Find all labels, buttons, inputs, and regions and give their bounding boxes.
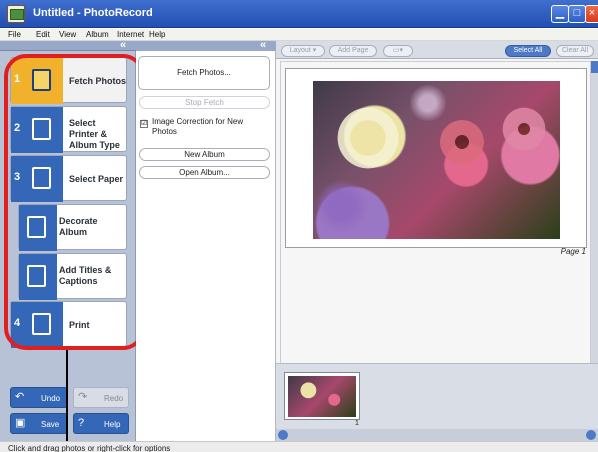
menu-file[interactable]: File	[8, 30, 21, 39]
horizontal-scrollbar[interactable]	[276, 429, 598, 441]
thumbnail-strip[interactable]: 1	[276, 363, 598, 429]
menu-view[interactable]: View	[59, 30, 76, 39]
menu-help[interactable]: Help	[149, 30, 165, 39]
open-album-button[interactable]: Open Album...	[139, 166, 270, 179]
menu-internet[interactable]: Internet	[117, 30, 144, 39]
page-view-icon[interactable]: ▭▾	[383, 45, 413, 57]
menu-edit[interactable]: Edit	[36, 30, 50, 39]
collapse-left-panel-icon[interactable]: «	[120, 40, 126, 51]
close-icon[interactable]: ×	[585, 5, 598, 23]
save-button[interactable]: ▣ Save	[10, 413, 68, 434]
step-highlight-callout	[4, 54, 145, 350]
fetch-photos-button[interactable]: Fetch Photos...	[138, 56, 270, 90]
scroll-up-icon[interactable]	[591, 61, 598, 73]
help-icon: ?	[78, 417, 85, 429]
help-label: Help	[104, 420, 121, 429]
redo-icon: ↷	[78, 391, 88, 403]
redo-label: Redo	[104, 394, 124, 403]
album-page[interactable]	[285, 68, 587, 248]
image-correction-label: Image Correction for New Photos	[152, 117, 244, 136]
left-panel-header: «	[0, 40, 136, 51]
clear-all-button[interactable]: Clear All	[556, 45, 594, 57]
page-thumbnail[interactable]	[284, 372, 360, 420]
undo-button[interactable]: ↶ Undo	[10, 387, 68, 408]
collapse-middle-panel-icon[interactable]: «	[260, 40, 266, 51]
album-workspace: Layout ▾ Add Page ▭▾ Select All Clear Al…	[276, 41, 598, 441]
fetch-options-panel: « Fetch Photos... Stop Fetch ☑ Image Cor…	[136, 40, 276, 441]
page-number-label: Page 1	[560, 247, 586, 256]
status-text: Click and drag photos or right-click for…	[8, 444, 171, 452]
add-page-button[interactable]: Add Page	[329, 45, 377, 57]
thumbnail-photo	[288, 376, 356, 417]
photo-record-app-icon	[7, 5, 25, 23]
scroll-right-icon[interactable]	[586, 430, 596, 440]
layout-button[interactable]: Layout ▾	[281, 45, 325, 57]
middle-panel-header: «	[136, 40, 276, 51]
undo-icon: ↶	[15, 391, 25, 403]
save-label: Save	[41, 420, 60, 429]
stop-fetch-button[interactable]: Stop Fetch	[139, 96, 270, 109]
new-album-button[interactable]: New Album	[139, 148, 270, 161]
image-correction-checkbox[interactable]: ☑	[140, 120, 148, 128]
vertical-scrollbar[interactable]	[591, 61, 598, 384]
minimize-icon[interactable]: ▁	[551, 5, 569, 23]
layout-label: Layout	[289, 47, 311, 54]
window-title: Untitled - PhotoRecord	[33, 7, 153, 19]
redo-button[interactable]: ↷ Redo	[73, 387, 129, 408]
scroll-left-icon[interactable]	[278, 430, 288, 440]
workspace-toolbar: Layout ▾ Add Page ▭▾ Select All Clear Al…	[276, 41, 598, 59]
undo-label: Undo	[41, 394, 61, 403]
select-all-button[interactable]: Select All	[505, 45, 551, 57]
menu-album[interactable]: Album	[86, 30, 109, 39]
save-icon: ▣	[15, 417, 26, 429]
flower-photo[interactable]	[313, 81, 560, 239]
status-bar: Click and drag photos or right-click for…	[0, 441, 598, 452]
maximize-icon[interactable]: □	[568, 5, 586, 23]
thumbnail-number: 1	[355, 420, 359, 427]
callout-pointer-line	[66, 350, 68, 452]
menu-bar: File Edit View Album Internet Help	[0, 29, 598, 41]
page-canvas[interactable]: Page 1	[280, 61, 591, 384]
window-title-bar[interactable]: Untitled - PhotoRecord ▁ □ ×	[0, 0, 598, 28]
help-button[interactable]: ? Help	[73, 413, 129, 434]
